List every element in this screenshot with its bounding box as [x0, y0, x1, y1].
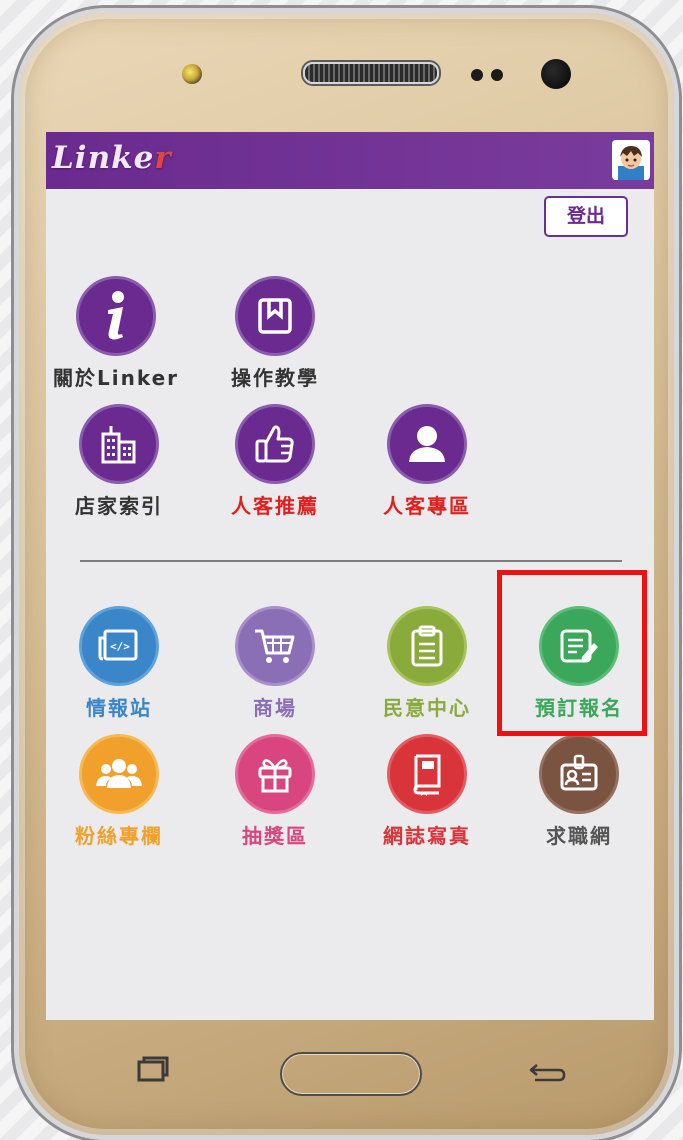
sensor-dot: [471, 69, 483, 81]
menu-item-mall[interactable]: 商場: [200, 606, 350, 721]
logout-button[interactable]: 登出: [544, 196, 628, 237]
menu-item-journal[interactable]: 網誌寫真: [352, 734, 502, 849]
menu-item-store-index[interactable]: 店家索引: [46, 404, 194, 519]
menu-item-label: 商場: [253, 696, 297, 720]
id-badge-icon: [539, 734, 619, 814]
recent-apps-icon[interactable]: [136, 1055, 170, 1083]
home-button[interactable]: [280, 1052, 422, 1096]
menu-item-news[interactable]: </> 情報站: [46, 606, 194, 721]
menu-item-label: 網誌寫真: [383, 824, 471, 848]
menu-item-customer-zone[interactable]: 人客專區: [352, 404, 502, 519]
highlight-box: [497, 570, 647, 736]
menu-item-label: 店家索引: [75, 494, 163, 518]
menu-item-label: 人客專區: [383, 494, 471, 518]
svg-text:</>: </>: [110, 640, 130, 653]
menu-item-label: 人客推薦: [231, 494, 319, 518]
menu-item-label: 抽獎區: [242, 824, 308, 848]
menu-item-jobs[interactable]: 求職網: [504, 734, 654, 849]
menu-item-fans[interactable]: 粉絲專欄: [46, 734, 194, 849]
clipboard-icon: [387, 606, 467, 686]
menu-item-opinion-center[interactable]: 民意中心: [352, 606, 502, 721]
app-screen: Linker 登出 關於Linker 操作教學 店家索引 人客推薦 人客專區 <…: [46, 132, 654, 1020]
shopping-cart-icon: [235, 606, 315, 686]
logo-text: Linke: [52, 140, 155, 176]
front-camera: [541, 59, 571, 89]
menu-item-label: 民意中心: [383, 696, 471, 720]
linker-logo[interactable]: Linker: [52, 140, 172, 176]
group-icon: [79, 734, 159, 814]
user-icon: [387, 404, 467, 484]
info-icon: [76, 276, 156, 356]
journal-icon: [387, 734, 467, 814]
book-bookmark-icon: [235, 276, 315, 356]
avatar[interactable]: [612, 140, 650, 180]
buildings-icon: [79, 404, 159, 484]
menu-item-label: 粉絲專欄: [75, 824, 163, 848]
menu-item-label: 關於Linker: [52, 366, 180, 390]
menu-item-customer-recommend[interactable]: 人客推薦: [200, 404, 350, 519]
proximity-sensor: [182, 64, 202, 84]
back-arrow-icon[interactable]: [527, 1060, 567, 1084]
sensor-dot: [491, 69, 503, 81]
gift-icon: [235, 734, 315, 814]
menu-item-label: 操作教學: [231, 366, 319, 390]
menu-item-label: 求職網: [546, 824, 612, 848]
menu-item-tutorial[interactable]: 操作教學: [200, 276, 350, 391]
menu-item-about[interactable]: 關於Linker: [46, 276, 191, 391]
app-header: Linker: [46, 132, 654, 189]
newspaper-icon: </>: [79, 606, 159, 686]
logo-text-accent: r: [154, 140, 172, 176]
menu-item-lottery[interactable]: 抽獎區: [200, 734, 350, 849]
section-divider: [80, 560, 622, 562]
thumbs-up-icon: [235, 404, 315, 484]
earpiece-speaker: [303, 62, 439, 84]
menu-item-label: 情報站: [86, 696, 152, 720]
